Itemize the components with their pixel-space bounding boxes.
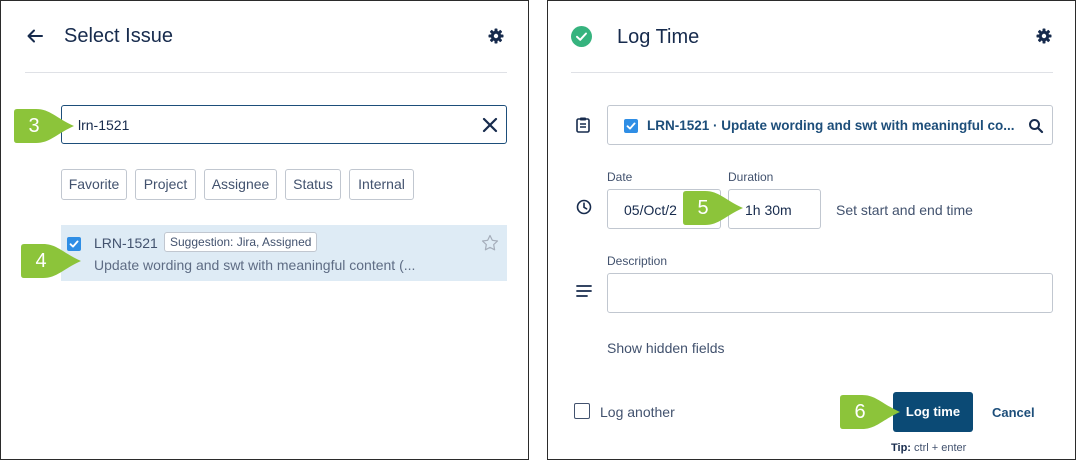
filter-project[interactable]: Project: [135, 169, 196, 200]
issue-result-row[interactable]: LRN-1521 Suggestion: Jira, Assigned Upda…: [61, 225, 507, 281]
date-value: 05/Oct/2: [624, 202, 677, 218]
description-field[interactable]: [607, 273, 1053, 313]
selected-issue-text: LRN-1521 · Update wording and swt with m…: [647, 118, 1015, 133]
set-start-end-link[interactable]: Set start and end time: [836, 202, 973, 218]
duration-label: Duration: [728, 170, 774, 184]
page-title: Log Time: [617, 26, 700, 48]
issue-search-input[interactable]: lrn-1521: [61, 105, 507, 144]
clock-icon: [576, 199, 592, 215]
description-lines-icon: [576, 284, 592, 298]
cancel-button[interactable]: Cancel: [992, 405, 1035, 420]
issue-key: LRN-1521: [94, 235, 158, 251]
date-label: Date: [607, 170, 633, 184]
header-divider: [25, 72, 507, 73]
checkbox-checked-icon: [624, 119, 638, 133]
step-marker-3: 3: [14, 109, 94, 145]
tip-label: Tip:: [891, 442, 911, 454]
step-marker-5: 5: [683, 191, 763, 227]
star-icon[interactable]: [481, 234, 499, 252]
back-arrow-icon[interactable]: [26, 27, 44, 45]
suggestion-badge: Suggestion: Jira, Assigned: [164, 232, 318, 252]
keyboard-tip: Tip: ctrl + enter: [891, 442, 966, 454]
select-issue-panel: Select Issue lrn-1521 Favorite Project A…: [0, 0, 529, 460]
filter-internal[interactable]: Internal: [349, 169, 414, 200]
header-divider: [571, 72, 1053, 73]
issue-field[interactable]: LRN-1521 · Update wording and swt with m…: [607, 105, 1053, 145]
step-marker-6: 6: [840, 395, 920, 431]
page-title: Select Issue: [64, 25, 173, 47]
tip-shortcut: ctrl + enter: [914, 442, 967, 454]
show-hidden-fields-link[interactable]: Show hidden fields: [607, 340, 725, 356]
clear-icon[interactable]: [482, 117, 498, 133]
log-time-panel: Log Time LRN-1521 · Update wording and s…: [547, 0, 1076, 460]
step-marker-4: 4: [21, 244, 101, 280]
clipboard-icon: [576, 117, 590, 133]
search-icon[interactable]: [1028, 118, 1044, 134]
success-check-icon: [571, 26, 592, 47]
filter-assignee[interactable]: Assignee: [204, 169, 277, 200]
gear-icon[interactable]: [488, 28, 504, 44]
log-another-checkbox[interactable]: [574, 403, 590, 419]
gear-icon[interactable]: [1036, 28, 1052, 44]
description-label: Description: [607, 254, 668, 268]
issue-summary: Update wording and swt with meaningful c…: [94, 257, 416, 273]
filter-favorite[interactable]: Favorite: [61, 169, 127, 200]
filter-status[interactable]: Status: [285, 169, 341, 200]
log-another-label: Log another: [600, 404, 675, 420]
